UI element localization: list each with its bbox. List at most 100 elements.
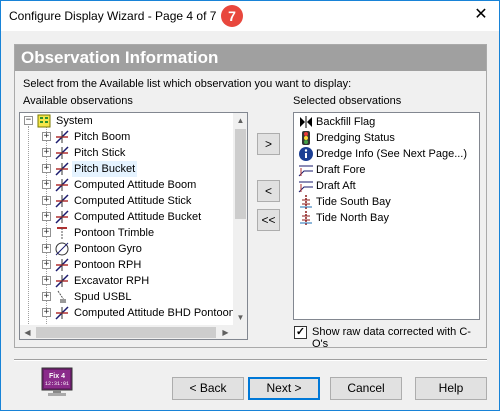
tree-item-label: Computed Attitude Bucket [74,211,202,223]
tree-item[interactable]: + Pontoon Trimble [20,225,233,241]
expand-toggle-icon[interactable]: + [42,228,51,237]
expand-toggle-icon[interactable]: + [42,244,51,253]
selected-item-label: Tide South Bay [316,196,391,208]
available-tree[interactable]: − System + Pitch Boom + Pitch Stick + Pitch Buc… [19,112,248,340]
gyro-icon [54,241,70,257]
tide-icon [298,210,314,226]
expand-toggle-icon[interactable]: + [42,196,51,205]
remove-all-button[interactable]: << [257,209,280,231]
pitch-icon [54,145,70,161]
expand-toggle-icon[interactable]: + [42,276,51,285]
footer-separator [14,359,487,361]
tree-item[interactable]: + Computed Attitude Stick [20,193,233,209]
pitch-icon [54,273,70,289]
raw-data-checkbox[interactable]: ✓ [294,326,307,339]
selected-list[interactable]: Backfill Flag Dredging Status Dredge Info … [293,112,480,320]
tree-item[interactable]: + Excavator RPH [20,273,233,289]
instruction-text: Select from the Available list which obs… [23,78,352,90]
tree-item-label: Excavator RPH [74,275,150,287]
tree-vertical-scrollbar[interactable]: ▲ ▼ [233,113,247,325]
pitch-icon [54,305,70,321]
tree-item[interactable]: + Computed Attitude Bucket [20,209,233,225]
available-label: Available observations [23,95,133,107]
window-title: Configure Display Wizard - Page 4 of 7 [9,9,217,23]
panel-header: Observation Information [15,45,486,71]
fix4-logo-icon: Fix 4 12:31:01 [41,367,73,396]
expand-toggle-icon[interactable]: + [42,260,51,269]
draft-icon [298,162,314,178]
tree-item-label: System [56,115,93,127]
scroll-down-icon[interactable]: ▼ [233,310,247,325]
pitch-icon [54,129,70,145]
tree-item-system[interactable]: − System [20,113,233,129]
selected-label: Selected observations [293,95,402,107]
flag-icon [298,114,314,130]
tree-item-label: Pontoon Gyro [74,243,142,255]
scroll-right-icon[interactable]: ▶ [218,325,233,339]
tree-item[interactable]: + Computed Attitude Boom [20,177,233,193]
pitch-icon [54,161,70,177]
selected-item-label: Tide North Bay [316,212,389,224]
tree-item[interactable]: + Pitch Boom [20,129,233,145]
back-button[interactable]: < Back [172,377,244,400]
expand-toggle-icon[interactable]: + [42,292,51,301]
raw-data-label[interactable]: Show raw data corrected with C-O's [312,326,486,350]
logo-subtext: 12:31:01 [45,381,69,387]
tree-item[interactable]: + Pontoon Gyro [20,241,233,257]
tree-item-label: Spud USBL [74,291,132,303]
system-icon [36,113,52,129]
scroll-left-icon[interactable]: ◀ [20,325,35,339]
tree-item-label: Pitch Stick [74,147,126,159]
horizontal-scroll-thumb[interactable] [36,327,216,338]
next-button[interactable]: Next > [248,377,320,400]
tree-item-label: Pontoon Trimble [74,227,155,239]
remove-button[interactable]: < [257,180,280,202]
tree-item-label: Computed Attitude Boom [74,179,197,191]
draft-icon [298,178,314,194]
selected-item-label: Dredge Info (See Next Page...) [316,148,468,160]
selected-item-label: Draft Aft [316,180,356,192]
wizard-window: Configure Display Wizard - Page 4 of 7 7… [0,0,500,411]
pontoon-icon [54,225,70,241]
tree-item-label: Pitch Boom [74,131,131,143]
title-bar: Configure Display Wizard - Page 4 of 7 7… [1,1,499,31]
step-badge: 7 [221,5,243,27]
expand-toggle-icon[interactable]: + [42,164,51,173]
selected-item-label: Draft Fore [316,164,366,176]
pitch-icon [54,257,70,273]
expand-toggle-icon[interactable]: + [42,180,51,189]
expand-toggle-icon[interactable]: − [24,116,33,125]
expand-toggle-icon[interactable]: + [42,212,51,221]
scroll-corner [233,325,247,339]
tree-item[interactable]: + Pitch Bucket [20,161,233,177]
selected-item-label: Dredging Status [316,132,395,144]
scroll-up-icon[interactable]: ▲ [233,113,247,128]
tree-item-label: Pitch Bucket [72,161,138,177]
traffic-light-icon [298,130,314,146]
close-button[interactable]: ✕ [467,4,495,26]
expand-toggle-icon[interactable]: + [42,132,51,141]
tree-item-label: Computed Attitude Stick [74,195,192,207]
add-button[interactable]: > [257,133,280,155]
pitch-icon [54,193,70,209]
expand-toggle-icon[interactable]: + [42,308,51,317]
tree-item[interactable]: + Spud USBL [20,289,233,305]
info-icon [298,146,314,162]
pitch-icon [54,209,70,225]
observation-panel: Observation Information Select from the … [14,44,487,350]
tree-horizontal-scrollbar[interactable]: ◀ ▶ [20,325,233,339]
tree-item-label: Pontoon RPH [74,259,142,271]
tree-item[interactable]: + Pitch Stick [20,145,233,161]
help-button[interactable]: Help [415,377,487,400]
tree-item-label: Computed Attitude BHD Pontoon [74,307,235,319]
tree-item[interactable]: + Computed Attitude BHD Pontoon [20,305,235,321]
selected-item-label: Backfill Flag [316,116,376,128]
cancel-button[interactable]: Cancel [330,377,402,400]
usbl-icon [54,289,70,305]
tree-item[interactable]: + Pontoon RPH [20,257,233,273]
logo-text: Fix 4 [49,373,65,380]
tide-icon [298,194,314,210]
pitch-icon [54,177,70,193]
vertical-scroll-thumb[interactable] [235,129,246,219]
expand-toggle-icon[interactable]: + [42,148,51,157]
